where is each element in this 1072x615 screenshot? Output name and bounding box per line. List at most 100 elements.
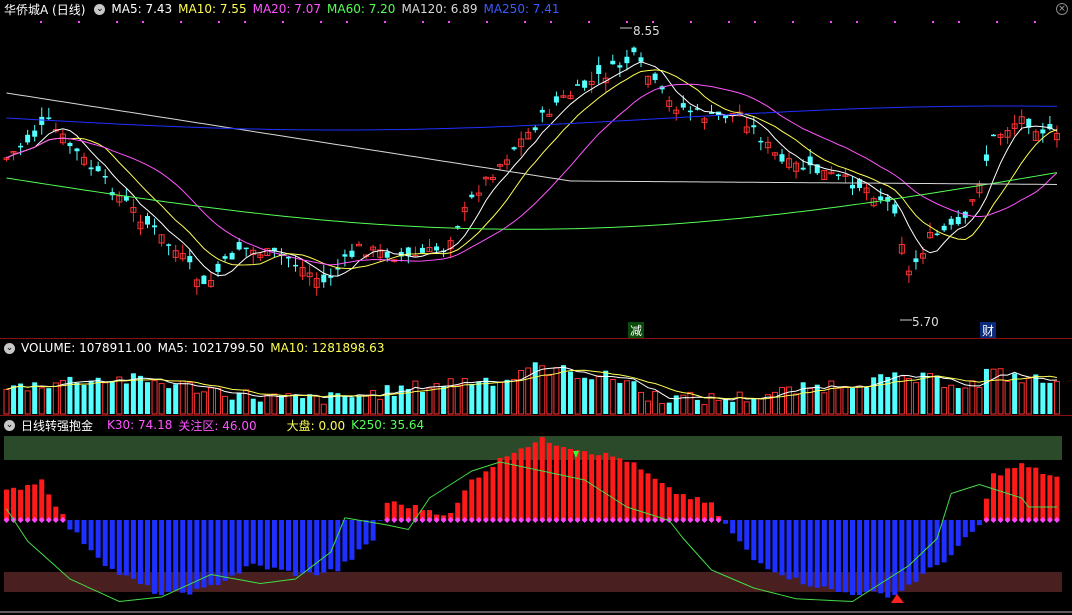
signal-bar-red xyxy=(462,490,468,520)
candle-body xyxy=(145,215,150,225)
volume-bar xyxy=(88,380,94,414)
candle-body xyxy=(434,246,440,251)
volume-bar xyxy=(779,386,785,415)
event-tag-reduce[interactable]: 减 xyxy=(628,322,645,339)
volume-bar xyxy=(1047,382,1053,414)
volume-bar xyxy=(730,401,736,414)
volume-bar xyxy=(433,383,440,415)
signal-bar-blue xyxy=(314,520,320,576)
volume-bar xyxy=(264,394,271,415)
signal-bar-red xyxy=(575,450,581,520)
volume-bar xyxy=(955,388,961,414)
signal-chart[interactable] xyxy=(0,434,1072,615)
volume-bar xyxy=(871,377,877,414)
marker-dot xyxy=(524,21,526,23)
candle-body xyxy=(25,134,31,143)
volume-bar xyxy=(631,381,637,414)
marker-dot xyxy=(282,21,284,23)
volume-bar xyxy=(574,377,581,415)
candle-body xyxy=(991,134,996,137)
volume-bar xyxy=(962,387,969,415)
volume-bar xyxy=(300,398,306,414)
marker-dot xyxy=(792,21,794,23)
volume-bar xyxy=(236,392,242,414)
marker-dot xyxy=(218,21,220,23)
signal-bar-blue xyxy=(293,520,299,576)
signal-bar-red xyxy=(666,487,672,520)
chevron-down-icon[interactable]: ⌄ xyxy=(4,342,15,354)
signal-bar-red xyxy=(539,437,545,520)
volume-bar xyxy=(1053,380,1060,415)
signal-bar-blue xyxy=(920,520,926,574)
candle-body xyxy=(95,166,101,172)
candle-body xyxy=(631,47,637,53)
volume-bar xyxy=(666,402,672,414)
volume-bar xyxy=(469,384,475,414)
low-price-label: 5.70 xyxy=(912,315,939,329)
volume-bar xyxy=(356,395,362,414)
signal-bar-blue xyxy=(116,520,122,575)
event-tag-finance[interactable]: 财 xyxy=(980,322,997,339)
signal-bar-blue xyxy=(955,520,961,546)
marker-dot xyxy=(180,21,182,23)
signal-bar-blue xyxy=(278,520,284,570)
marker-dot xyxy=(626,21,628,23)
price-chart[interactable] xyxy=(0,18,1072,338)
volume-bar xyxy=(370,390,377,415)
signal-bar-red xyxy=(687,499,693,520)
candle-body xyxy=(321,274,327,283)
ma10-label: MA10: 7.55 xyxy=(178,2,247,16)
marker-dot xyxy=(1034,21,1036,23)
k250-label: K250: 35.64 xyxy=(351,418,425,432)
volume-bar xyxy=(532,362,538,414)
volume-bar xyxy=(878,374,884,414)
signal-bar-blue xyxy=(758,520,764,564)
volume-bar xyxy=(885,376,891,414)
signal-bar-red xyxy=(624,461,630,520)
signal-bar-red xyxy=(18,489,24,520)
volume-bar xyxy=(116,376,123,415)
candle-body xyxy=(201,275,207,285)
volume-bar xyxy=(257,401,263,414)
volume-bar xyxy=(1004,380,1011,415)
ma60-line xyxy=(6,172,1058,230)
signal-bar-blue xyxy=(194,520,200,589)
volume-bar xyxy=(511,378,518,415)
volume-bar xyxy=(603,370,609,414)
chevron-down-icon[interactable]: ⌄ xyxy=(94,3,106,15)
volume-bar xyxy=(771,391,778,415)
candle-body xyxy=(532,127,538,131)
volume-bar xyxy=(102,382,109,415)
volume-bar xyxy=(934,375,940,414)
volume-bar xyxy=(757,398,764,415)
volume-bar xyxy=(215,387,221,415)
volume-chart[interactable] xyxy=(0,357,1072,416)
signal-bar-blue xyxy=(730,520,736,534)
signal-bar-blue xyxy=(300,520,306,574)
signal-bar-blue xyxy=(828,520,834,590)
chevron-down-icon[interactable]: ⌄ xyxy=(4,419,15,431)
stock-title[interactable]: 华侨城A (日线) xyxy=(4,1,85,18)
signal-bar-blue xyxy=(173,520,179,591)
candle-body xyxy=(166,244,172,246)
candle-body xyxy=(913,258,919,263)
price-panel: 华侨城A (日线) ⌄ MA5: 7.43 MA10: 7.55 MA20: 7… xyxy=(0,0,1072,339)
candle-body xyxy=(934,233,940,236)
candle-body xyxy=(941,225,947,231)
volume-bar xyxy=(751,398,757,414)
up-arrow-icon xyxy=(891,594,904,603)
close-icon[interactable]: × xyxy=(1056,3,1068,15)
marker-dot xyxy=(320,21,322,23)
volume-bar xyxy=(814,384,820,414)
volume-bar xyxy=(821,392,828,415)
signal-bar-red xyxy=(546,442,552,520)
marker-dot xyxy=(856,21,858,23)
volume-bar xyxy=(151,380,158,415)
marker-dot xyxy=(932,21,934,23)
volume-bar xyxy=(313,395,320,415)
volume-bar xyxy=(391,395,397,414)
signal-bar-blue xyxy=(800,520,806,585)
candle-body xyxy=(243,247,249,250)
signal-bar-red xyxy=(490,466,496,520)
signal-bar-blue xyxy=(969,520,975,532)
